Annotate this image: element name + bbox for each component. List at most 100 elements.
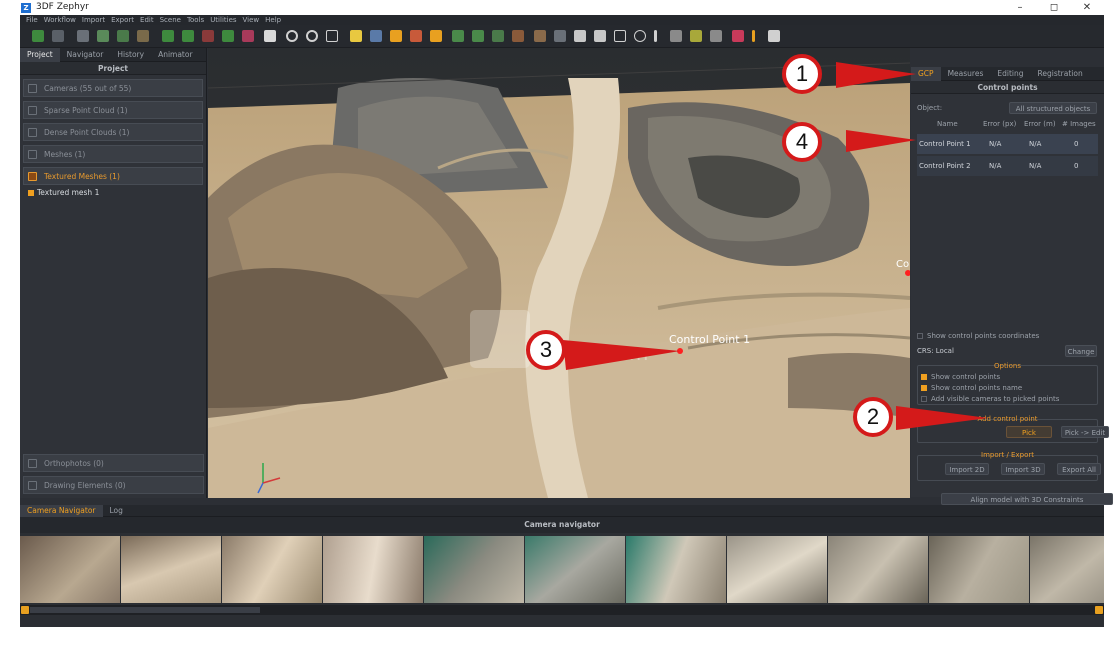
volume-icon[interactable] xyxy=(710,30,722,42)
camera-thumbnail[interactable] xyxy=(121,536,221,603)
camera-thumbnail[interactable] xyxy=(727,536,827,603)
close-button[interactable]: ✕ xyxy=(1072,1,1102,14)
render-mode-icon[interactable] xyxy=(370,30,382,42)
filter-icon[interactable] xyxy=(222,30,234,42)
maximize-button[interactable]: ◻ xyxy=(1039,1,1069,14)
settings-icon[interactable] xyxy=(768,30,780,42)
scrollbar-thumb[interactable] xyxy=(30,607,260,613)
chart-icon[interactable] xyxy=(732,30,744,42)
open-project-icon[interactable] xyxy=(52,30,64,42)
minimize-button[interactable]: – xyxy=(1005,1,1035,14)
project-item-dense-clouds[interactable]: Dense Point Clouds (1) xyxy=(23,123,203,141)
color-icon[interactable] xyxy=(242,30,254,42)
project-item-meshes[interactable]: Meshes (1) xyxy=(23,145,203,163)
mesh-icon[interactable] xyxy=(117,30,129,42)
show-names-checkbox[interactable] xyxy=(921,385,927,391)
rect-select-icon[interactable] xyxy=(472,30,484,42)
tab-history[interactable]: History xyxy=(110,48,151,62)
light-icon[interactable] xyxy=(350,30,362,42)
object-select[interactable]: All structured objects xyxy=(1009,102,1097,114)
show-points-checkbox[interactable] xyxy=(921,374,927,380)
select-points-icon[interactable] xyxy=(162,30,174,42)
camera-thumbnail[interactable] xyxy=(323,536,423,603)
menu-file[interactable]: File xyxy=(26,15,38,25)
pick-edit-button[interactable]: Pick -> Edit xyxy=(1061,426,1109,438)
option-show-names[interactable]: Show control points name xyxy=(921,384,1022,392)
menu-view[interactable]: View xyxy=(243,15,260,25)
pick-button[interactable]: Pick xyxy=(1006,426,1052,438)
ruler-icon[interactable] xyxy=(654,30,657,42)
box-select-icon[interactable] xyxy=(492,30,504,42)
camera-thumbnail[interactable] xyxy=(828,536,928,603)
project-item-sparse-cloud[interactable]: Sparse Point Cloud (1) xyxy=(23,101,203,119)
rotate-icon[interactable] xyxy=(286,30,298,42)
triangle-icon[interactable] xyxy=(390,30,402,42)
tab-editing[interactable]: Editing xyxy=(990,67,1030,81)
tab-project[interactable]: Project xyxy=(20,48,60,62)
angle-icon[interactable] xyxy=(670,30,682,42)
undo-icon[interactable] xyxy=(574,30,586,42)
table-row[interactable]: Control Point 2 N/A N/A 0 xyxy=(917,156,1098,176)
menu-workflow[interactable]: Workflow xyxy=(44,15,76,25)
import-3d-button[interactable]: Import 3D xyxy=(1001,463,1045,475)
camera-thumbnail[interactable] xyxy=(1030,536,1104,603)
bounding-box-icon[interactable] xyxy=(534,30,546,42)
circle-icon[interactable] xyxy=(634,30,646,42)
new-project-icon[interactable] xyxy=(32,30,44,42)
select-cameras-icon[interactable] xyxy=(182,30,194,42)
delete-icon[interactable] xyxy=(202,30,214,42)
tab-log[interactable]: Log xyxy=(103,505,130,517)
redo-icon[interactable] xyxy=(594,30,606,42)
point-cloud-icon[interactable] xyxy=(97,30,109,42)
cube-icon[interactable] xyxy=(512,30,524,42)
camera-thumbnail[interactable] xyxy=(424,536,524,603)
camera-thumbnail[interactable] xyxy=(929,536,1029,603)
option-add-cameras[interactable]: Add visible cameras to picked points xyxy=(921,395,1059,403)
measure-icon[interactable] xyxy=(614,30,626,42)
camera-thumbnail[interactable] xyxy=(20,536,120,603)
export-all-button[interactable]: Export All xyxy=(1057,463,1101,475)
tab-navigator[interactable]: Navigator xyxy=(60,48,111,62)
area-icon[interactable] xyxy=(690,30,702,42)
tab-camera-navigator[interactable]: Camera Navigator xyxy=(20,505,103,517)
wireframe-icon[interactable] xyxy=(410,30,422,42)
project-item-drawing-elements[interactable]: Drawing Elements (0) xyxy=(23,476,204,494)
fit-view-icon[interactable] xyxy=(326,30,338,42)
orbit-icon[interactable] xyxy=(306,30,318,42)
menu-help[interactable]: Help xyxy=(265,15,281,25)
project-item-orthophotos[interactable]: Orthophotos (0) xyxy=(23,454,204,472)
project-item-textured-meshes[interactable]: Textured Meshes (1) xyxy=(23,167,203,185)
pin-icon[interactable] xyxy=(752,30,755,42)
tab-gcp[interactable]: GCP xyxy=(911,67,941,81)
table-row[interactable]: Control Point 1 N/A N/A 0 xyxy=(917,134,1098,154)
brush-icon[interactable] xyxy=(430,30,442,42)
grid-icon[interactable] xyxy=(77,30,89,42)
camera-thumbnail[interactable] xyxy=(525,536,625,603)
align-model-button[interactable]: Align model with 3D Constraints xyxy=(941,493,1113,505)
tab-animator[interactable]: Animator xyxy=(151,48,199,62)
scroll-right-icon[interactable] xyxy=(1095,606,1103,614)
add-cameras-checkbox[interactable] xyxy=(921,396,927,402)
option-show-points[interactable]: Show control points xyxy=(921,373,1000,381)
menu-export[interactable]: Export xyxy=(111,15,134,25)
texture-icon[interactable] xyxy=(137,30,149,42)
control-point-1-label[interactable]: Control Point 1 xyxy=(669,333,750,346)
menu-import[interactable]: Import xyxy=(82,15,105,25)
project-item-cameras[interactable]: Cameras (55 out of 55) xyxy=(23,79,203,97)
camera-thumbnail[interactable] xyxy=(626,536,726,603)
import-2d-button[interactable]: Import 2D xyxy=(945,463,989,475)
lasso-select-icon[interactable] xyxy=(452,30,464,42)
show-coords-checkbox[interactable] xyxy=(917,333,923,339)
tab-registration[interactable]: Registration xyxy=(1031,67,1090,81)
menu-utilities[interactable]: Utilities xyxy=(210,15,236,25)
camera-thumbnail[interactable] xyxy=(222,536,322,603)
show-coords-option[interactable]: Show control points coordinates xyxy=(917,332,1039,340)
menu-edit[interactable]: Edit xyxy=(140,15,154,25)
change-crs-button[interactable]: Change xyxy=(1065,345,1097,357)
textured-mesh-entry[interactable]: Textured mesh 1 xyxy=(26,188,206,198)
menu-tools[interactable]: Tools xyxy=(187,15,204,25)
tab-measures[interactable]: Measures xyxy=(941,67,991,81)
grid-select-icon[interactable] xyxy=(554,30,566,42)
control-point-2-label[interactable]: Contr xyxy=(896,259,910,270)
3d-viewport[interactable]: anxz.com Control Point 1 Contr 3 xyxy=(208,48,910,498)
